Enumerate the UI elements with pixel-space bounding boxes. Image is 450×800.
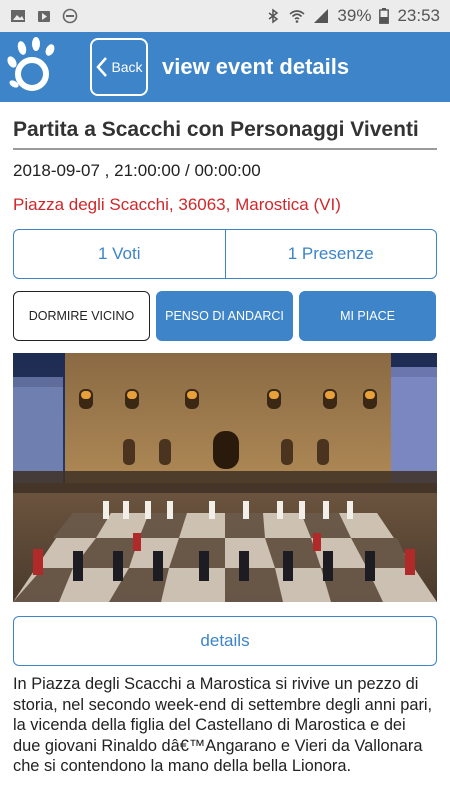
event-location: Piazza degli Scacchi, 36063, Marostica (… [13,195,341,214]
event-description: In Piazza degli Scacchi a Marostica si r… [13,675,433,775]
battery-icon [379,8,390,24]
page-title: view event details [162,54,350,79]
bluetooth-icon [268,8,279,24]
sleep-nearby-button[interactable]: Dormire vicino [13,291,150,341]
details-button[interactable]: details [13,616,437,666]
back-label: Back [111,59,143,75]
image-icon [11,10,25,22]
event-stats: 1 Voti 1 Presenze [13,229,437,279]
signal-icon [314,9,329,23]
logo-icon [7,37,55,91]
play-store-icon [38,11,50,22]
status-bar: 39% 23:53 [0,0,450,32]
wifi-icon [289,10,305,23]
thinking-of-going-button[interactable]: Penso di andarci [156,291,293,341]
event-datetime: 2018-09-07 , 21:00:00 / 00:00:00 [13,161,261,180]
battery-percent: 39% [337,6,372,25]
clock: 23:53 [397,6,440,25]
do-not-disturb-icon [62,8,78,24]
event-photo [13,353,437,602]
event-actions: Dormire vicino Penso di andarci Mi piace [13,291,437,341]
like-button[interactable]: Mi piace [299,291,436,341]
giraitalia-logo [0,32,78,102]
event-title: Partita a Scacchi con Personaggi Viventi [13,102,437,150]
app-header: Back view event details [0,32,450,102]
event-content: Partita a Scacchi con Personaggi Viventi… [0,102,450,800]
chevron-left-icon [96,57,108,77]
back-button[interactable]: Back [90,38,148,96]
presences-button[interactable]: 1 Presenze [224,230,437,278]
votes-button[interactable]: 1 Voti [14,230,225,278]
